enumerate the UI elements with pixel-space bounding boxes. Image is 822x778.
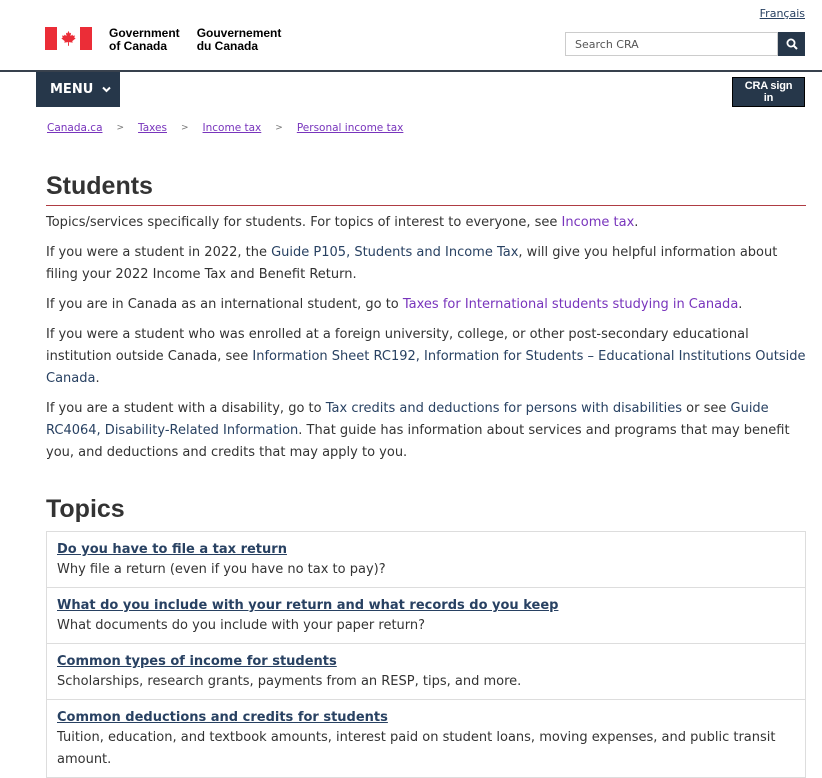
international-students-link[interactable]: Taxes for International students studyin… [403, 297, 738, 312]
signature-french: Gouvernement du Canada [196, 26, 282, 53]
search-form [565, 32, 805, 56]
menu-button[interactable]: MENU [36, 72, 120, 107]
income-tax-link[interactable]: Income tax [562, 215, 635, 230]
search-input[interactable] [565, 32, 778, 56]
topic-link[interactable]: Common types of income for students [57, 653, 795, 671]
breadcrumb: Canada.ca > Taxes > Income tax > Persona… [47, 122, 403, 134]
breadcrumb-separator: > [116, 123, 125, 133]
cra-sign-in-button[interactable]: CRA sign in [732, 77, 805, 107]
intro-paragraph: Topics/services specifically for student… [46, 215, 639, 230]
topics-list: Do you have to file a tax return Why fil… [46, 531, 806, 778]
canada-flag-icon [45, 27, 92, 50]
topic-description: Tuition, education, and textbook amounts… [57, 730, 776, 767]
topics-heading: Topics [46, 495, 125, 523]
topic-description: Why file a return (even if you have no t… [57, 562, 386, 577]
breadcrumb-separator: > [180, 123, 189, 133]
breadcrumb-separator: > [275, 123, 283, 133]
topic-description: What documents do you include with your … [57, 618, 426, 633]
main-content: Students Topics/services specifically fo… [46, 170, 806, 778]
topic-link[interactable]: What do you include with your return and… [57, 597, 795, 615]
search-icon [786, 38, 798, 50]
list-item: Common types of income for students Scho… [47, 643, 805, 699]
menu-bar: MENU CRA sign in [0, 70, 822, 118]
breadcrumb-taxes[interactable]: Taxes [138, 122, 167, 134]
breadcrumb-income-tax[interactable]: Income tax [203, 122, 262, 134]
list-item: Common deductions and credits for studen… [47, 699, 805, 777]
signature-english: Government of Canada [109, 26, 180, 53]
language-toggle-link[interactable]: Français [760, 7, 805, 20]
disability-tax-credits-link[interactable]: Tax credits and deductions for persons w… [326, 401, 682, 416]
guide-p105-paragraph: If you were a student in 2022, the Guide… [46, 245, 778, 282]
government-signature[interactable]: Government of Canada Gouvernement du Can… [45, 27, 281, 53]
topic-description: Scholarships, research grants, payments … [57, 674, 522, 689]
chevron-down-icon [102, 86, 111, 93]
international-students-paragraph: If you are in Canada as an international… [46, 297, 743, 312]
guide-p105-link[interactable]: Guide P105, Students and Income Tax [271, 245, 518, 260]
foreign-institution-paragraph: If you were a student who was enrolled a… [46, 327, 806, 386]
disability-paragraph: If you are a student with a disability, … [46, 401, 790, 460]
breadcrumb-personal-income-tax[interactable]: Personal income tax [297, 122, 404, 134]
list-item: Do you have to file a tax return Why fil… [47, 532, 805, 587]
site-header: Français Government of Canada Gouverneme… [0, 0, 822, 70]
page-title: Students [46, 170, 806, 206]
list-item: What do you include with your return and… [47, 587, 805, 643]
topic-link[interactable]: Common deductions and credits for studen… [57, 709, 795, 727]
search-button[interactable] [778, 32, 805, 56]
topic-link[interactable]: Do you have to file a tax return [57, 541, 795, 559]
breadcrumb-canada-ca[interactable]: Canada.ca [47, 122, 103, 134]
